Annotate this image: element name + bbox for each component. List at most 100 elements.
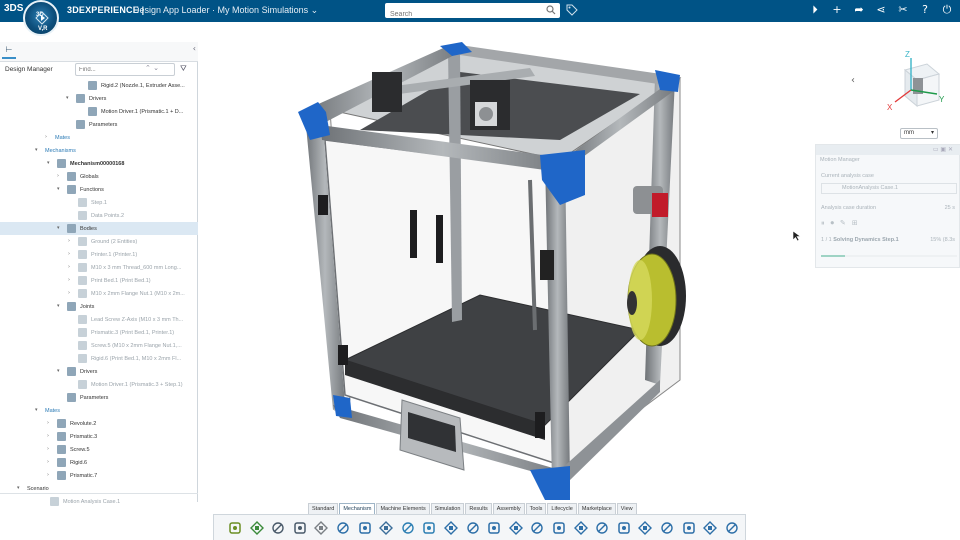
units-select[interactable]: mm ▾: [900, 128, 938, 139]
add-icon[interactable]: +: [830, 3, 844, 17]
find-nav-icons[interactable]: ⌃ ⌄: [145, 64, 159, 72]
expand-down-icon[interactable]: ▾: [17, 485, 20, 491]
tree-item[interactable]: Lead Screw Z-Axis (M10 x 3 mm Th...: [0, 313, 198, 326]
mechanism-icon[interactable]: [228, 521, 242, 535]
expand-right-icon[interactable]: ›: [47, 472, 49, 478]
view-compass[interactable]: Z X Y: [875, 48, 955, 116]
tree-item[interactable]: ▾ Drivers: [0, 92, 198, 105]
screw-icon[interactable]: [508, 521, 523, 535]
case-select[interactable]: MotionAnalysis Case.1: [821, 183, 957, 194]
tab-results[interactable]: Results: [465, 503, 492, 514]
tree-item[interactable]: Data Points.2: [0, 209, 198, 222]
search-icon[interactable]: [546, 5, 556, 15]
back-arrow-icon[interactable]: ‹: [851, 75, 865, 89]
motion-manager-header[interactable]: ▭ ▣ ✕: [816, 145, 960, 155]
revolute-icon[interactable]: [466, 521, 480, 535]
expand-right-icon[interactable]: ›: [57, 173, 59, 179]
tree-item[interactable]: Rigid.6 (Print Bed.1, M10 x 2mm Fl...: [0, 352, 198, 365]
tab-machine-elements[interactable]: Machine Elements: [376, 503, 430, 514]
collapse-panel-icon[interactable]: ‹: [193, 44, 196, 53]
contact-icon[interactable]: [573, 521, 588, 535]
ds-logo[interactable]: 3DS: [4, 3, 23, 19]
report-icon[interactable]: [725, 521, 739, 535]
tree-tab-icon[interactable]: ⊢: [2, 45, 16, 59]
tree-item[interactable]: › Prismatic.3: [0, 430, 198, 443]
expand-down-icon[interactable]: ▾: [47, 160, 50, 166]
tree-item[interactable]: › Globals: [0, 170, 198, 183]
tree-item[interactable]: › Print Bed.1 (Print Bed.1): [0, 274, 198, 287]
multisave-icon[interactable]: [293, 521, 307, 535]
tools-icon[interactable]: ✂: [896, 3, 910, 17]
share-icon[interactable]: ➦: [852, 3, 866, 17]
expand-right-icon[interactable]: ›: [47, 420, 49, 426]
expand-right-icon[interactable]: ›: [47, 446, 49, 452]
expand-right-icon[interactable]: ›: [47, 459, 49, 465]
tab-tools[interactable]: Tools: [525, 503, 547, 514]
tab-view[interactable]: View: [616, 503, 637, 514]
tree-item[interactable]: › Screw.5: [0, 443, 198, 456]
animation-icon[interactable]: [682, 521, 696, 535]
gear-icon[interactable]: [530, 521, 544, 535]
account-icon[interactable]: ⏻: [940, 3, 954, 17]
tag-icon[interactable]: [566, 4, 578, 16]
tree-item[interactable]: Step.1: [0, 196, 198, 209]
compass-button[interactable]: 3D V,R: [23, 0, 59, 36]
tree-item[interactable]: ▾ Functions: [0, 183, 198, 196]
search-input[interactable]: [385, 7, 535, 22]
body-icon[interactable]: [401, 521, 415, 535]
redo-icon[interactable]: [358, 521, 372, 535]
tab-simulation[interactable]: Simulation: [430, 503, 465, 514]
tree-item[interactable]: ▾ Bodies: [0, 222, 198, 235]
tree-item[interactable]: Motion Driver.1 (Prismatic.3 + Step.1): [0, 378, 198, 391]
social-icon[interactable]: ⋖: [874, 3, 888, 17]
plot-icon[interactable]: [660, 521, 674, 535]
panel-controls-icon[interactable]: ▭ ▣ ✕: [933, 146, 953, 153]
expand-down-icon[interactable]: ▾: [35, 147, 38, 153]
globals-icon[interactable]: [249, 521, 264, 535]
tree-item[interactable]: ▾ Joints: [0, 300, 198, 313]
tree-item[interactable]: › Printer.1 (Printer.1): [0, 248, 198, 261]
expand-down-icon[interactable]: ▾: [57, 186, 60, 192]
joint-icon[interactable]: [444, 521, 458, 535]
playback-controls[interactable]: ⏸⏺✎⊞: [821, 219, 864, 228]
tree-item[interactable]: ▾ Drivers: [0, 365, 198, 378]
tree-item[interactable]: › Ground (2 Entities): [0, 235, 198, 248]
tree-item[interactable]: › M10 x 3 mm Thread_600 mm Long...: [0, 261, 198, 274]
prismatic-icon[interactable]: [487, 521, 501, 535]
tree-item[interactable]: › Revolute.2: [0, 417, 198, 430]
tab-standard[interactable]: Standard: [308, 503, 339, 514]
app-title[interactable]: Design App Loader · My Motion Simulation…: [133, 5, 318, 16]
export-icon[interactable]: [703, 521, 718, 535]
tree-item[interactable]: Rigid.2 (Nozzle.1, Extruder Asse...: [0, 79, 198, 92]
tree-item[interactable]: › Rigid.6: [0, 456, 198, 469]
save-icon[interactable]: [271, 521, 285, 535]
tab-assembly[interactable]: Assembly: [492, 503, 525, 514]
assembly-icon[interactable]: [422, 521, 436, 535]
find-input[interactable]: [75, 63, 175, 76]
settings-icon[interactable]: [314, 521, 329, 535]
expand-down-icon[interactable]: ▾: [57, 303, 60, 309]
tree-item[interactable]: Motion Driver.1 (Prismatic.1 + D...: [0, 105, 198, 118]
driver-icon[interactable]: [595, 521, 609, 535]
tree-item[interactable]: Screw.5 (M10 x 2mm Flange Nut.1,...: [0, 339, 198, 352]
tab-marketplace[interactable]: Marketplace: [577, 503, 616, 514]
expand-right-icon[interactable]: ›: [68, 264, 70, 270]
filter-icon[interactable]: ⛛: [180, 64, 187, 74]
tree-item[interactable]: ▾ Mechanisms: [0, 144, 198, 157]
tree-item[interactable]: › Prismatic.7: [0, 469, 198, 482]
help-icon[interactable]: ?: [918, 3, 932, 17]
expand-down-icon[interactable]: ▾: [35, 407, 38, 413]
expand-right-icon[interactable]: ›: [47, 433, 49, 439]
tree-item[interactable]: › M10 x 2mm Flange Nut.1 (M10 x 2m...: [0, 287, 198, 300]
sensor-icon[interactable]: [617, 521, 631, 535]
result-icon[interactable]: [638, 521, 653, 535]
tree-item[interactable]: ▾ Mechanism00000168: [0, 157, 198, 170]
expand-down-icon[interactable]: ▾: [57, 368, 60, 374]
expand-right-icon[interactable]: ›: [68, 277, 70, 283]
expand-down-icon[interactable]: ▾: [57, 225, 60, 231]
tab-mechanism[interactable]: Mechanism: [339, 503, 376, 514]
spring-icon[interactable]: [552, 521, 566, 535]
tree-item[interactable]: Motion Analysis Case.1: [0, 495, 198, 508]
tree-item[interactable]: Parameters: [0, 118, 198, 131]
expand-right-icon[interactable]: ›: [68, 251, 70, 257]
